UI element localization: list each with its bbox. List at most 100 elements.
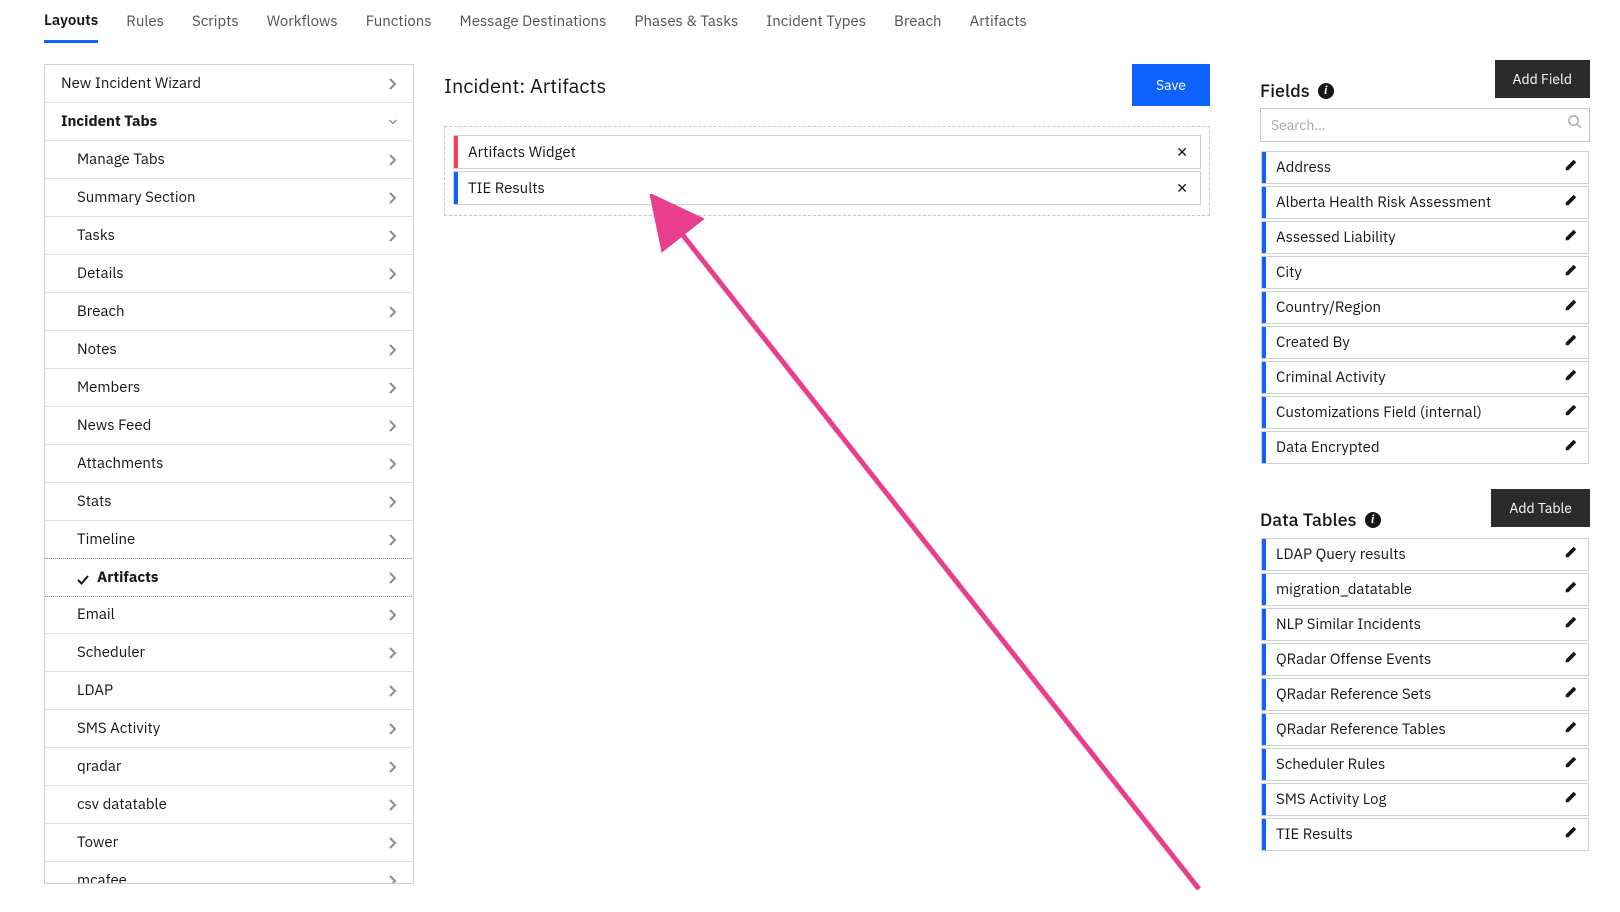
- pencil-icon[interactable]: [1554, 545, 1588, 564]
- pencil-icon[interactable]: [1554, 298, 1588, 317]
- field-item[interactable]: Criminal Activity: [1261, 361, 1589, 394]
- sidebar-item[interactable]: Breach: [45, 293, 413, 331]
- pencil-icon[interactable]: [1554, 615, 1588, 634]
- chevron-right-icon: [387, 192, 399, 204]
- sidebar-item[interactable]: Timeline: [45, 521, 413, 559]
- sidebar-item[interactable]: qradar: [45, 748, 413, 786]
- chevron-right-icon: [387, 875, 399, 885]
- sidebar-item[interactable]: Email: [45, 596, 413, 634]
- pencil-icon[interactable]: [1554, 228, 1588, 247]
- top-tab[interactable]: Layouts: [44, 1, 98, 43]
- field-item[interactable]: QRadar Reference Sets: [1261, 678, 1589, 711]
- sidebar-item-label: Manage Tabs: [77, 150, 387, 169]
- sidebar-item-label: mcafee: [77, 871, 387, 884]
- page-title: Incident: Artifacts: [444, 72, 606, 99]
- field-item[interactable]: LDAP Query results: [1261, 538, 1589, 571]
- widget-chip[interactable]: TIE Results✕: [453, 171, 1201, 205]
- pencil-icon[interactable]: [1554, 790, 1588, 809]
- search-input[interactable]: [1260, 108, 1590, 142]
- check-icon: [77, 572, 89, 584]
- top-tab[interactable]: Functions: [366, 2, 432, 41]
- sidebar-item[interactable]: Tasks: [45, 217, 413, 255]
- chevron-right-icon: [387, 344, 399, 356]
- field-item[interactable]: SMS Activity Log: [1261, 783, 1589, 816]
- top-tab[interactable]: Artifacts: [970, 2, 1027, 41]
- sidebar-item[interactable]: Stats: [45, 483, 413, 521]
- chevron-right-icon: [387, 306, 399, 318]
- field-item[interactable]: Customizations Field (internal): [1261, 396, 1589, 429]
- sidebar-item[interactable]: Summary Section: [45, 179, 413, 217]
- sidebar-wizard[interactable]: New Incident Wizard: [45, 65, 413, 103]
- sidebar-item[interactable]: mcafee: [45, 862, 413, 884]
- sidebar-item[interactable]: Members: [45, 369, 413, 407]
- field-item[interactable]: QRadar Reference Tables: [1261, 713, 1589, 746]
- field-label: QRadar Reference Tables: [1266, 720, 1554, 739]
- field-label: Assessed Liability: [1266, 228, 1554, 247]
- top-tab[interactable]: Message Destinations: [460, 2, 607, 41]
- pencil-icon[interactable]: [1554, 685, 1588, 704]
- pencil-icon[interactable]: [1554, 755, 1588, 774]
- sidebar-item-label: Stats: [77, 492, 387, 511]
- pencil-icon[interactable]: [1554, 193, 1588, 212]
- add-field-button[interactable]: Add Field: [1495, 60, 1590, 98]
- pencil-icon[interactable]: [1554, 650, 1588, 669]
- top-tab[interactable]: Breach: [894, 2, 942, 41]
- sidebar-item[interactable]: Notes: [45, 331, 413, 369]
- info-icon[interactable]: i: [1365, 512, 1381, 528]
- chevron-right-icon: [387, 534, 399, 546]
- chevron-right-icon: [387, 572, 399, 584]
- pencil-icon[interactable]: [1554, 438, 1588, 457]
- sidebar-section-head[interactable]: Incident Tabs: [45, 103, 413, 141]
- field-item[interactable]: QRadar Offense Events: [1261, 643, 1589, 676]
- top-tab[interactable]: Phases & Tasks: [634, 2, 738, 41]
- close-icon[interactable]: ✕: [1164, 143, 1200, 161]
- field-item[interactable]: Scheduler Rules: [1261, 748, 1589, 781]
- sidebar-item[interactable]: Scheduler: [45, 634, 413, 672]
- pencil-icon[interactable]: [1554, 403, 1588, 422]
- sidebar-item[interactable]: LDAP: [45, 672, 413, 710]
- field-item[interactable]: Created By: [1261, 326, 1589, 359]
- sidebar-item[interactable]: csv datatable: [45, 786, 413, 824]
- sidebar-item[interactable]: Details: [45, 255, 413, 293]
- sidebar-item[interactable]: Artifacts: [44, 558, 414, 597]
- chevron-down-icon: [387, 116, 399, 128]
- field-item[interactable]: City: [1261, 256, 1589, 289]
- pencil-icon[interactable]: [1554, 263, 1588, 282]
- field-item[interactable]: Assessed Liability: [1261, 221, 1589, 254]
- pencil-icon[interactable]: [1554, 368, 1588, 387]
- pencil-icon[interactable]: [1554, 580, 1588, 599]
- field-item[interactable]: TIE Results: [1261, 818, 1589, 851]
- field-item[interactable]: NLP Similar Incidents: [1261, 608, 1589, 641]
- field-item[interactable]: Address: [1261, 151, 1589, 184]
- field-item[interactable]: Country/Region: [1261, 291, 1589, 324]
- widget-dropzone[interactable]: Artifacts Widget✕TIE Results✕: [444, 126, 1210, 216]
- sidebar-item[interactable]: Tower: [45, 824, 413, 862]
- pencil-icon[interactable]: [1554, 333, 1588, 352]
- pencil-icon[interactable]: [1554, 158, 1588, 177]
- save-button[interactable]: Save: [1132, 64, 1210, 106]
- info-icon[interactable]: i: [1318, 83, 1334, 99]
- top-tab[interactable]: Workflows: [267, 2, 338, 41]
- top-tab[interactable]: Incident Types: [766, 2, 866, 41]
- sidebar-item[interactable]: Attachments: [45, 445, 413, 483]
- field-item[interactable]: Data Encrypted: [1261, 431, 1589, 464]
- sidebar-item[interactable]: SMS Activity: [45, 710, 413, 748]
- field-item[interactable]: migration_datatable: [1261, 573, 1589, 606]
- add-table-button[interactable]: Add Table: [1491, 489, 1590, 527]
- pencil-icon[interactable]: [1554, 825, 1588, 844]
- field-item[interactable]: Alberta Health Risk Assessment: [1261, 186, 1589, 219]
- chevron-right-icon: [387, 496, 399, 508]
- top-tab[interactable]: Rules: [126, 2, 164, 41]
- sidebar-item-label: Breach: [77, 302, 387, 321]
- widget-chip[interactable]: Artifacts Widget✕: [453, 135, 1201, 169]
- field-label: QRadar Reference Sets: [1266, 685, 1554, 704]
- chevron-right-icon: [387, 230, 399, 242]
- sidebar-item[interactable]: Manage Tabs: [45, 141, 413, 179]
- sidebar-item[interactable]: News Feed: [45, 407, 413, 445]
- tables-title: Data Tables i: [1260, 508, 1381, 531]
- pencil-icon[interactable]: [1554, 720, 1588, 739]
- sidebar-wizard-label: New Incident Wizard: [61, 74, 387, 93]
- tables-list: LDAP Query resultsmigration_datatableNLP…: [1260, 537, 1590, 854]
- close-icon[interactable]: ✕: [1164, 179, 1200, 197]
- top-tab[interactable]: Scripts: [192, 2, 239, 41]
